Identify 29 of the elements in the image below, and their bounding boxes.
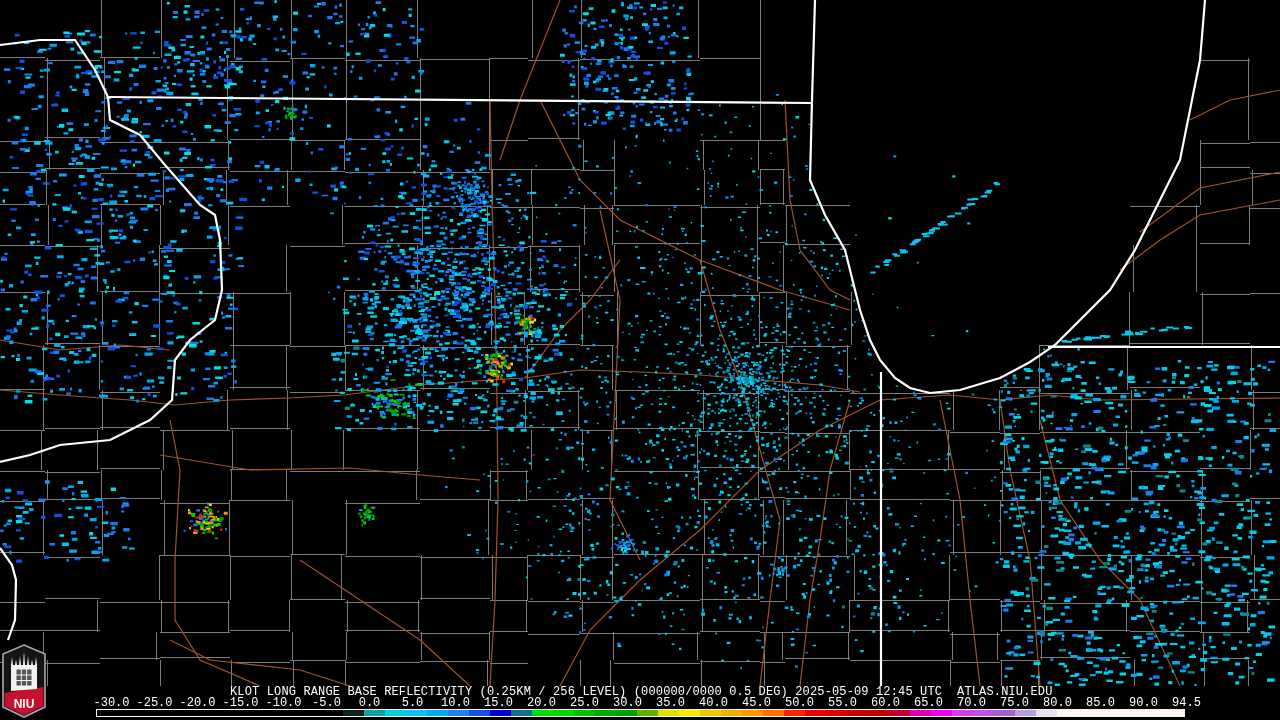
map-caption: KLOT LONG RANGE BASE REFLECTIVITY (0.25KM / 256 LEVEL) (000000/0000 0.5 DEG) 2025-05-09 12:45 UTC bbox=[230, 686, 943, 698]
scale-tick-label: 5.0 bbox=[400, 698, 425, 709]
scale-tick-label: 0.0 bbox=[357, 698, 382, 709]
scale-tick-label: 75.0 bbox=[999, 698, 1030, 709]
scale-tick-label: 25.0 bbox=[569, 698, 599, 709]
scale-tick-label: 55.0 bbox=[827, 698, 858, 709]
scale-tick-label: 35.0 bbox=[656, 698, 685, 709]
scale-tick-label: 65.0 bbox=[913, 698, 944, 709]
scale-tick-label: 70.0 bbox=[956, 698, 987, 709]
scale-tick-label: -10.0 bbox=[264, 698, 303, 709]
scale-tick-label: 80.0 bbox=[1042, 698, 1073, 709]
scale-tick-label: 85.0 bbox=[1085, 698, 1116, 709]
scale-tick-label: 50.0 bbox=[785, 698, 815, 709]
scale-tick-label: 94.5 bbox=[1171, 698, 1202, 709]
scale-tick-label: 15.0 bbox=[484, 698, 513, 709]
scale-tick-label: -20.0 bbox=[178, 698, 217, 709]
scale-tick-label: 60.0 bbox=[870, 698, 901, 709]
scale-tick-label: 20.0 bbox=[527, 698, 557, 709]
scale-tick-label: 40.0 bbox=[699, 698, 729, 709]
scale-tick-label: -5.0 bbox=[311, 698, 342, 709]
scale-tick-label: 45.0 bbox=[741, 698, 771, 709]
scale-tick-label: -25.0 bbox=[135, 698, 174, 709]
scale-tick-label: 10.0 bbox=[440, 698, 471, 709]
source-label: ATLAS.NIU.EDU bbox=[957, 686, 1053, 698]
scale-tick-label: -15.0 bbox=[221, 698, 260, 709]
scale-tick-label: -30.0 bbox=[92, 698, 131, 709]
university-logo: NIU bbox=[2, 644, 46, 718]
scale-tick-label: 90.0 bbox=[1128, 698, 1159, 709]
scale-tick-label: 30.0 bbox=[613, 698, 642, 709]
